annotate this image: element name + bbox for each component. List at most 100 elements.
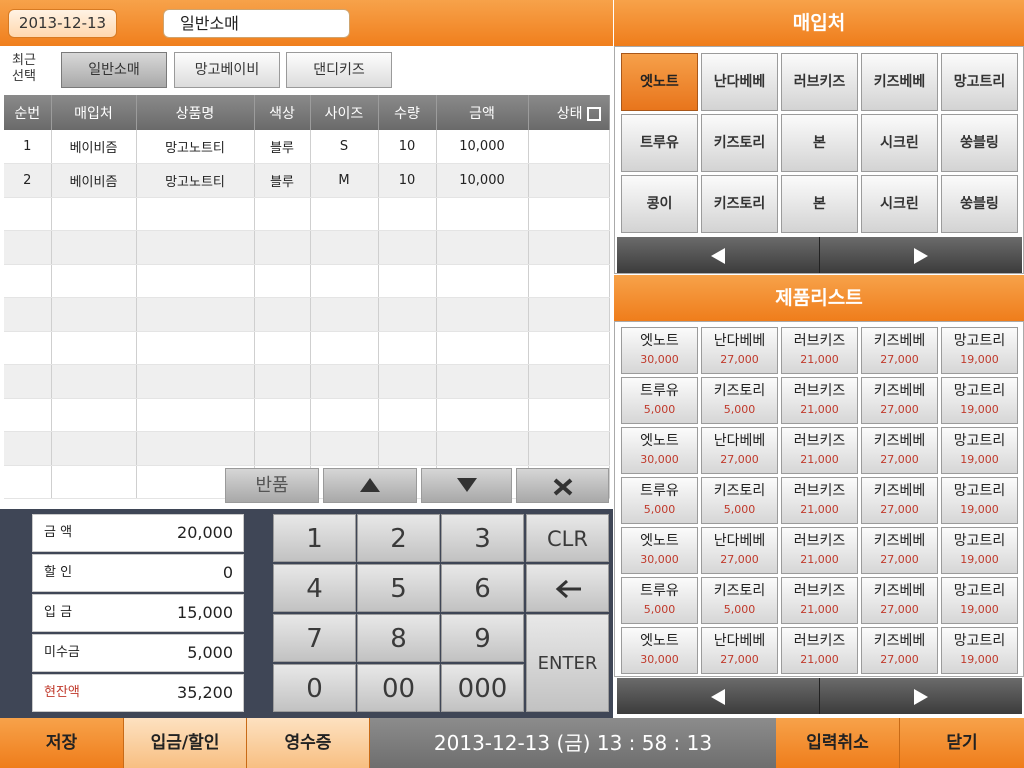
- key-8[interactable]: 8: [357, 614, 440, 662]
- supplier-button[interactable]: 쑹블링: [941, 175, 1018, 233]
- supplier-prev-button[interactable]: [617, 237, 819, 273]
- unpaid-row[interactable]: 미수금 5,000: [32, 634, 244, 672]
- key-4[interactable]: 4: [273, 564, 356, 612]
- move-down-button[interactable]: [421, 468, 512, 503]
- product-button[interactable]: 러브키즈 21,000: [781, 377, 858, 424]
- product-button[interactable]: 러브키즈 21,000: [781, 427, 858, 474]
- product-button[interactable]: 엣노트 30,000: [621, 427, 698, 474]
- supplier-button[interactable]: 키즈토리: [701, 114, 778, 172]
- key-00[interactable]: 00: [357, 664, 440, 712]
- product-next-button[interactable]: [820, 678, 1022, 714]
- product-button[interactable]: 난다베베 27,000: [701, 427, 778, 474]
- product-button[interactable]: 러브키즈 21,000: [781, 327, 858, 374]
- recent-button-2[interactable]: 망고베이비: [174, 52, 280, 88]
- cancel-input-button[interactable]: 입력취소: [776, 718, 900, 768]
- table-row[interactable]: 1 베이비즘 망고노트티 블루 S 10 10,000: [4, 130, 610, 164]
- close-button[interactable]: 닫기: [900, 718, 1024, 768]
- deposit-discount-button[interactable]: 입금/할인: [124, 718, 247, 768]
- product-button[interactable]: 난다베베 27,000: [701, 627, 778, 674]
- product-button[interactable]: 키즈베베 27,000: [861, 477, 938, 524]
- deposit-row[interactable]: 입 금 15,000: [32, 594, 244, 632]
- supplier-button[interactable]: 본: [781, 175, 858, 233]
- table-row[interactable]: [4, 398, 610, 432]
- product-button[interactable]: 러브키즈 21,000: [781, 527, 858, 574]
- product-button[interactable]: 러브키즈 21,000: [781, 577, 858, 624]
- supplier-button[interactable]: 난다베베: [701, 53, 778, 111]
- table-row[interactable]: [4, 230, 610, 265]
- product-button[interactable]: 키즈토리 5,000: [701, 477, 778, 524]
- supplier-button[interactable]: 시크린: [861, 114, 938, 172]
- amount-total-row[interactable]: 금 액 20,000: [32, 514, 244, 552]
- product-button[interactable]: 키즈토리 5,000: [701, 577, 778, 624]
- product-button[interactable]: 엣노트 30,000: [621, 527, 698, 574]
- product-button[interactable]: 망고트리 19,000: [941, 577, 1018, 624]
- supplier-button[interactable]: 키즈토리: [701, 175, 778, 233]
- sales-mode-field[interactable]: 일반소매: [163, 9, 350, 38]
- supplier-button[interactable]: 콩이: [621, 175, 698, 233]
- key-5[interactable]: 5: [357, 564, 440, 612]
- key-3[interactable]: 3: [441, 514, 524, 562]
- product-button[interactable]: 난다베베 27,000: [701, 327, 778, 374]
- product-button[interactable]: 러브키즈 21,000: [781, 477, 858, 524]
- save-button[interactable]: 저장: [0, 718, 124, 768]
- select-all-checkbox[interactable]: [586, 106, 601, 121]
- supplier-button[interactable]: 트루유: [621, 114, 698, 172]
- product-button[interactable]: 트루유 5,000: [621, 477, 698, 524]
- product-button[interactable]: 트루유 5,000: [621, 377, 698, 424]
- product-button[interactable]: 키즈토리 5,000: [701, 377, 778, 424]
- table-row[interactable]: [4, 197, 610, 231]
- product-button[interactable]: 망고트리 19,000: [941, 327, 1018, 374]
- key-9[interactable]: 9: [441, 614, 524, 662]
- key-000[interactable]: 000: [441, 664, 524, 712]
- current-balance-row[interactable]: 현잔액 35,200: [32, 674, 244, 712]
- product-button[interactable]: 러브키즈 21,000: [781, 627, 858, 674]
- key-0[interactable]: 0: [273, 664, 356, 712]
- key-7[interactable]: 7: [273, 614, 356, 662]
- recent-button-1[interactable]: 일반소매: [61, 52, 167, 88]
- clear-key[interactable]: CLR: [526, 514, 609, 562]
- supplier-button[interactable]: 쑹블링: [941, 114, 1018, 172]
- delete-button[interactable]: [516, 468, 609, 503]
- supplier-button[interactable]: 시크린: [861, 175, 938, 233]
- discount-row[interactable]: 할 인 0: [32, 554, 244, 592]
- product-button[interactable]: 트루유 5,000: [621, 577, 698, 624]
- product-button[interactable]: 망고트리 19,000: [941, 527, 1018, 574]
- table-row[interactable]: [4, 431, 610, 466]
- product-button[interactable]: 엣노트 30,000: [621, 327, 698, 374]
- product-button[interactable]: 키즈베베 27,000: [861, 377, 938, 424]
- table-row[interactable]: [4, 331, 610, 365]
- key-6[interactable]: 6: [441, 564, 524, 612]
- table-row[interactable]: [4, 297, 610, 332]
- date-display[interactable]: 2013-12-13: [8, 9, 117, 38]
- key-2[interactable]: 2: [357, 514, 440, 562]
- product-button[interactable]: 키즈베베 27,000: [861, 427, 938, 474]
- move-up-button[interactable]: [323, 468, 417, 503]
- product-button[interactable]: 난다베베 27,000: [701, 527, 778, 574]
- product-button[interactable]: 망고트리 19,000: [941, 377, 1018, 424]
- product-button[interactable]: 망고트리 19,000: [941, 627, 1018, 674]
- table-row[interactable]: [4, 264, 610, 298]
- table-row[interactable]: [4, 364, 610, 399]
- table-row[interactable]: 2 베이비즘 망고노트티 블루 M 10 10,000: [4, 163, 610, 198]
- supplier-button[interactable]: 망고트리: [941, 53, 1018, 111]
- supplier-next-button[interactable]: [820, 237, 1022, 273]
- supplier-button[interactable]: 본: [781, 114, 858, 172]
- product-button[interactable]: 키즈베베 27,000: [861, 527, 938, 574]
- return-button[interactable]: 반품: [225, 468, 319, 503]
- receipt-button[interactable]: 영수증: [247, 718, 370, 768]
- supplier-button[interactable]: 키즈베베: [861, 53, 938, 111]
- product-button[interactable]: 망고트리 19,000: [941, 477, 1018, 524]
- enter-key[interactable]: ENTER: [526, 614, 609, 712]
- product-button[interactable]: 키즈베베 27,000: [861, 627, 938, 674]
- backspace-key[interactable]: [526, 564, 609, 612]
- product-prev-button[interactable]: [617, 678, 819, 714]
- product-button[interactable]: 키즈베베 27,000: [861, 327, 938, 374]
- supplier-button[interactable]: 엣노트: [621, 53, 698, 111]
- recent-button-3[interactable]: 댄디키즈: [286, 52, 392, 88]
- supplier-button[interactable]: 러브키즈: [781, 53, 858, 111]
- product-price: 27,000: [880, 353, 919, 366]
- product-button[interactable]: 키즈베베 27,000: [861, 577, 938, 624]
- product-button[interactable]: 엣노트 30,000: [621, 627, 698, 674]
- product-button[interactable]: 망고트리 19,000: [941, 427, 1018, 474]
- key-1[interactable]: 1: [273, 514, 356, 562]
